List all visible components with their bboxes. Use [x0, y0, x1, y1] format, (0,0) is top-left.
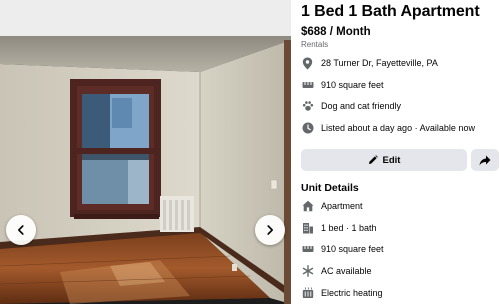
unit-type-text: Apartment: [321, 201, 363, 211]
share-button[interactable]: [471, 149, 499, 171]
edit-button[interactable]: Edit: [301, 149, 467, 171]
listing-title: 1 Bed 1 Bath Apartment: [301, 3, 480, 20]
unit-detail-size: 910 square feet: [301, 241, 384, 257]
info-row-location[interactable]: 28 Turner Dr, Fayetteville, PA: [301, 55, 438, 71]
listing-photo-carousel[interactable]: [0, 0, 291, 304]
location-pin-icon: [301, 57, 314, 70]
pencil-icon: [368, 155, 378, 165]
unit-detail-ac: AC available: [301, 263, 372, 279]
unit-ac-text: AC available: [321, 266, 372, 276]
location-text: 28 Turner Dr, Fayetteville, PA: [321, 58, 438, 68]
share-icon: [479, 155, 491, 165]
chevron-left-icon: [18, 225, 24, 235]
paw-icon: [301, 100, 314, 113]
chevron-right-icon: [267, 225, 273, 235]
unit-rooms-text: 1 bed · 1 bath: [321, 223, 377, 233]
edit-button-label: Edit: [382, 154, 401, 166]
unit-details-heading: Unit Details: [301, 182, 359, 194]
info-row-listed: Listed about a day ago · Available now: [301, 120, 475, 136]
previous-photo-button[interactable]: [6, 215, 36, 245]
room-photo: [0, 36, 291, 304]
snowflake-icon: [301, 265, 314, 278]
info-row-pets: Dog and cat friendly: [301, 98, 401, 114]
clock-icon: [301, 122, 314, 135]
ruler-icon: [301, 243, 314, 256]
unit-detail-type: Apartment: [301, 198, 363, 214]
unit-heating-text: Electric heating: [321, 288, 383, 298]
listing-details-panel: 1 Bed 1 Bath Apartment $688 / Month Rent…: [291, 0, 500, 304]
listed-text: Listed about a day ago · Available now: [321, 123, 475, 133]
next-photo-button[interactable]: [255, 215, 285, 245]
heater-icon: [301, 287, 314, 300]
ruler-icon: [301, 79, 314, 92]
pets-text: Dog and cat friendly: [321, 101, 402, 111]
building-icon: [301, 222, 314, 235]
unit-detail-heating: Electric heating: [301, 285, 383, 301]
info-row-size: 910 square feet: [301, 77, 384, 93]
listing-price: $688 / Month: [301, 26, 371, 38]
home-icon: [301, 200, 314, 213]
listing-category: Rentals: [301, 40, 329, 49]
unit-detail-rooms: 1 bed · 1 bath: [301, 220, 377, 236]
size-text: 910 square feet: [321, 80, 384, 90]
unit-size-text: 910 square feet: [321, 244, 384, 254]
photo-top-area: [0, 0, 291, 36]
